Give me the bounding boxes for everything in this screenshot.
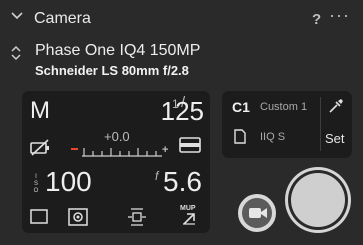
af-icon[interactable] bbox=[127, 208, 147, 226]
shutter-button-core bbox=[291, 173, 345, 227]
panel-title: Camera bbox=[34, 10, 91, 27]
file-format[interactable]: IIQ S bbox=[260, 131, 285, 143]
exposure-scale[interactable] bbox=[82, 145, 162, 157]
svg-text:O: O bbox=[34, 188, 39, 194]
custom-set-label[interactable]: Custom 1 bbox=[260, 101, 307, 113]
svg-text:S: S bbox=[34, 181, 38, 187]
camera-model[interactable]: Phase One IQ4 150MP bbox=[35, 42, 200, 60]
mirror-up-icon[interactable] bbox=[182, 212, 196, 225]
mirror-up-label: MUP bbox=[180, 205, 196, 212]
card-icon bbox=[179, 137, 201, 153]
set-button[interactable]: Set bbox=[325, 131, 345, 146]
svg-text:I: I bbox=[35, 174, 37, 180]
shutter-speed[interactable]: 125 bbox=[156, 96, 204, 127]
video-camera-icon bbox=[249, 208, 267, 218]
custom-set-id[interactable]: C1 bbox=[232, 99, 250, 115]
battery-off-icon bbox=[30, 139, 49, 156]
document-icon bbox=[234, 129, 246, 144]
help-icon[interactable]: ? bbox=[312, 11, 321, 28]
aperture-label: f bbox=[155, 169, 159, 183]
metering-icon[interactable] bbox=[68, 208, 88, 226]
panel-header[interactable]: Camera ? ··· bbox=[0, 0, 363, 38]
ev-minus-mark bbox=[71, 148, 78, 150]
drive-single-icon[interactable] bbox=[30, 209, 48, 224]
eyedropper-icon[interactable] bbox=[328, 98, 344, 114]
divider bbox=[320, 97, 321, 151]
exposure-compensation[interactable]: +0.0 bbox=[104, 129, 130, 144]
more-icon[interactable]: ··· bbox=[329, 5, 350, 26]
exposure-mode[interactable]: M bbox=[30, 97, 50, 125]
chevron-down-icon[interactable] bbox=[10, 9, 24, 23]
up-down-icon[interactable] bbox=[10, 44, 22, 62]
iso-icon: I S O bbox=[34, 174, 39, 194]
ev-plus-mark: + bbox=[162, 144, 169, 156]
lens-name: Schneider LS 80mm f/2.8 bbox=[35, 63, 189, 78]
iso-value[interactable]: 100 bbox=[45, 166, 92, 198]
aperture-value[interactable]: 5.6 bbox=[163, 166, 202, 198]
